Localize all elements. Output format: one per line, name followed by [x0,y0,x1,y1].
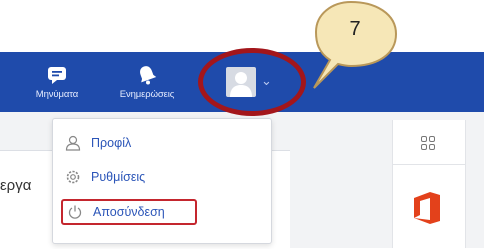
nav-messages-label: Μηνύματα [35,89,79,100]
panel-heading-fragment: εργα [0,177,32,194]
step-number: 7 [349,18,361,40]
highlight-ring [198,48,306,116]
nav-notifications-label: Ενημερώσεις [119,89,175,100]
apps-grid-icon[interactable] [421,136,435,150]
bell-icon [140,66,157,85]
user-icon [65,135,81,151]
chat-bubble-icon [48,67,66,84]
menu-item-settings-label: Ρυθμίσεις [91,170,146,184]
menu-item-logout-label: Αποσύνδεση [93,205,165,219]
office-logo-icon[interactable] [412,190,442,226]
menu-item-profile-label: Προφίλ [91,136,132,150]
menu-item-settings[interactable]: Ρυθμίσεις [65,165,145,189]
apps-divider [392,164,466,165]
menu-item-profile[interactable]: Προφίλ [65,131,131,155]
gear-icon [66,170,80,184]
step-callout-bubble [313,0,398,89]
power-icon [68,205,82,219]
nav-notifications[interactable]: Ενημερώσεις [104,52,190,112]
menu-item-logout[interactable]: Αποσύνδεση [61,199,197,225]
nav-messages[interactable]: Μηνύματα [22,52,92,112]
profile-dropdown-menu: Προφίλ Ρυθμίσεις Αποσύνδεση [52,118,272,244]
